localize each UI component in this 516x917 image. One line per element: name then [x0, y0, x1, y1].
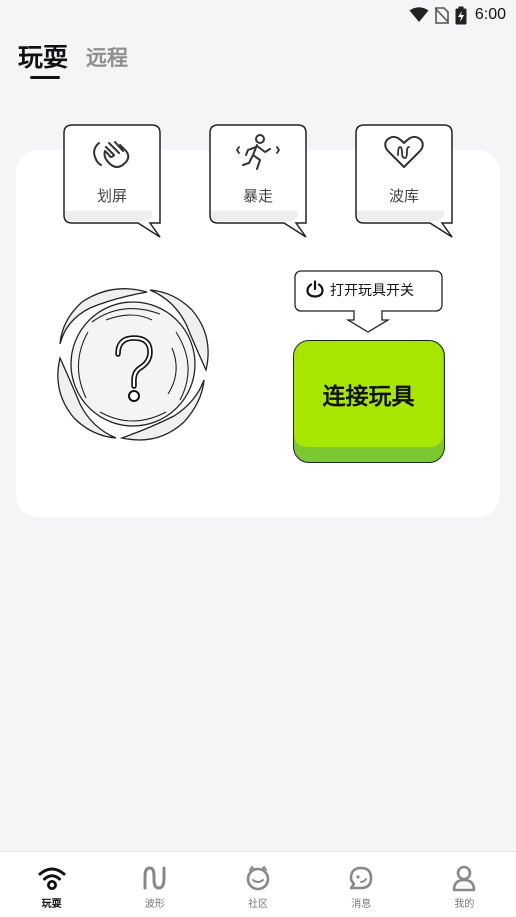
feature-swipe-button[interactable]: 划屏	[62, 123, 162, 239]
heart-wave-icon	[384, 135, 424, 168]
nav-item-community[interactable]: 社区	[206, 852, 309, 917]
feature-wave-library-button[interactable]: 波库	[354, 123, 454, 239]
connect-toy-label: 连接玩具	[294, 341, 443, 447]
message-icon	[349, 866, 373, 890]
connect-toy-button[interactable]: 连接玩具	[293, 340, 445, 463]
feature-swipe-label: 划屏	[96, 187, 127, 205]
status-bar: 6:00	[0, 0, 516, 30]
nav-label-profile: 我的	[454, 899, 475, 910]
power-hint: 打开玩具开关	[294, 270, 444, 334]
feature-wave-library-label: 波库	[388, 187, 419, 205]
feature-rampage-label: 暴走	[242, 187, 273, 205]
battery-charging-icon	[455, 6, 467, 24]
wifi-icon	[409, 7, 429, 22]
header-tabs: 玩耍 远程	[18, 38, 128, 79]
question-vortex-icon	[57, 288, 209, 441]
status-time: 6:00	[474, 6, 506, 23]
community-icon	[246, 866, 270, 891]
nav-label-wave: 波形	[144, 899, 165, 910]
nav-label-community: 社区	[248, 899, 268, 910]
wifi-play-icon	[38, 867, 66, 890]
feature-rampage-button[interactable]: 暴走	[208, 123, 308, 239]
power-hint-text: 打开玩具开关	[330, 283, 414, 299]
swipe-hand-icon	[93, 141, 130, 168]
tab-play[interactable]: 玩耍	[18, 38, 68, 79]
running-person-icon	[235, 134, 281, 170]
nav-item-wave[interactable]: 波形	[103, 852, 206, 917]
nav-label-play: 玩耍	[41, 899, 62, 910]
nav-item-messages[interactable]: 消息	[310, 852, 413, 917]
wave-icon	[143, 866, 166, 890]
nav-label-messages: 消息	[351, 899, 372, 910]
no-sim-icon	[434, 6, 449, 24]
power-icon	[306, 280, 324, 298]
tab-remote[interactable]: 远程	[86, 42, 128, 74]
nav-item-play[interactable]: 玩耍	[0, 852, 103, 917]
profile-icon	[453, 865, 476, 892]
nav-item-profile[interactable]: 我的	[413, 852, 516, 917]
bottom-nav: 玩耍 波形 社区 消息 我的	[0, 851, 516, 917]
